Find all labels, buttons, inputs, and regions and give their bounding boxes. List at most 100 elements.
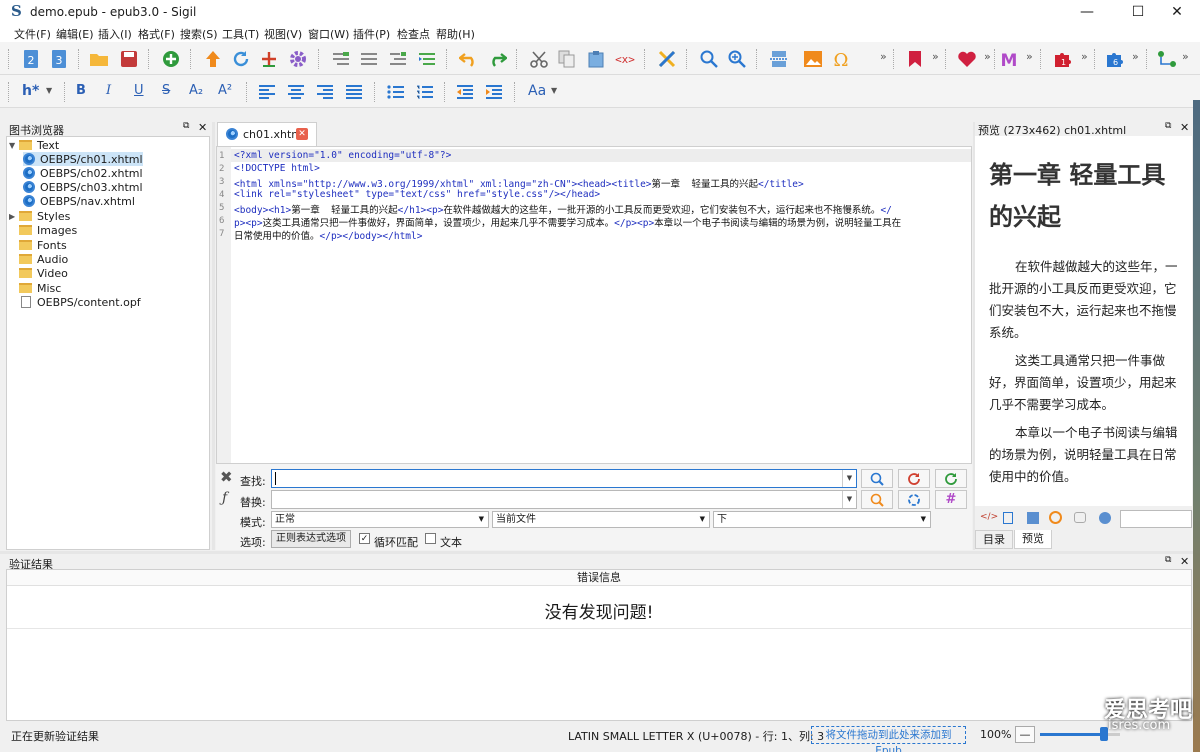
scope-select[interactable]: 当前文件 ▼ [492, 511, 710, 528]
outdent-icon[interactable] [454, 81, 476, 103]
regex-options-button[interactable]: 正则表达式选项 [271, 530, 351, 548]
tree-item-fonts[interactable]: Fonts [19, 238, 67, 252]
replace-input[interactable]: ▼ [271, 490, 857, 509]
tree-item-ch02[interactable]: OEBPS/ch02.xhtml [23, 166, 143, 180]
toc-generate-icon[interactable] [387, 48, 409, 70]
tree-item-nav[interactable]: OEBPS/nav.xhtml [23, 194, 135, 208]
menu-search[interactable]: 搜索(S) [180, 26, 218, 42]
heart-icon[interactable] [956, 48, 978, 70]
code-editor[interactable]: 1 2 3 4 5 6 7 <?xml version="1.0" encodi… [216, 146, 972, 464]
chevron-down-icon[interactable]: ▼ [46, 86, 52, 95]
menu-edit[interactable]: 编辑(E) [56, 26, 94, 42]
chevron-down-icon[interactable]: ▼ [842, 470, 856, 487]
cut-icon[interactable] [528, 48, 550, 70]
find-button[interactable] [861, 469, 893, 488]
toolbar-overflow-icon[interactable]: » [1182, 50, 1189, 63]
toolbar-overflow-icon[interactable]: » [1132, 50, 1139, 63]
subscript-button[interactable]: A₂ [189, 83, 203, 98]
code-tag-icon[interactable]: <x> [614, 48, 636, 70]
add-file-icon[interactable] [160, 48, 182, 70]
tree-item-ch01[interactable]: OEBPS/ch01.xhtml [23, 152, 143, 166]
tree-item-text[interactable]: ▼ Text [9, 138, 59, 152]
move-up-icon[interactable] [202, 48, 224, 70]
undo-icon[interactable] [458, 48, 480, 70]
new-epub3-icon[interactable]: 3 [48, 48, 70, 70]
tree-item-audio[interactable]: Audio [19, 252, 68, 266]
plugin-6-puzzle-icon[interactable]: 6 [1104, 48, 1126, 70]
open-folder-icon[interactable] [88, 48, 110, 70]
paste-icon[interactable] [585, 48, 607, 70]
globe-icon[interactable] [1099, 512, 1111, 524]
insert-image-icon[interactable] [802, 48, 824, 70]
reload-icon[interactable] [1049, 511, 1062, 524]
float-panel-icon[interactable]: ⧉ [1165, 121, 1171, 131]
close-panel-icon[interactable]: ✕ [1180, 555, 1189, 568]
copy-icon[interactable] [556, 48, 578, 70]
drop-zone[interactable]: 将文件拖动到此处来添加到 Epub [811, 726, 966, 752]
collapsed-arrow-icon[interactable]: ▶ [9, 212, 19, 221]
menu-tools[interactable]: 工具(T) [222, 26, 259, 42]
toolbar-overflow-icon[interactable]: » [880, 50, 887, 63]
close-panel-icon[interactable]: ✕ [198, 121, 207, 134]
insert-special-char-icon[interactable]: Ω [830, 48, 852, 70]
tree-item-misc[interactable]: Misc [19, 281, 61, 295]
text-only-checkbox[interactable] [425, 533, 436, 544]
restart-button[interactable] [898, 490, 930, 509]
replace-all-button[interactable] [935, 469, 967, 488]
toc-add-icon[interactable] [330, 48, 352, 70]
chevron-down-icon[interactable]: ▼ [551, 86, 557, 95]
numbered-list-icon[interactable] [414, 81, 436, 103]
code-view-icon[interactable]: </> [980, 512, 998, 522]
close-window-button[interactable]: ✕ [1154, 0, 1200, 24]
menu-insert[interactable]: 插入(I) [98, 26, 132, 42]
metadata-m-icon[interactable]: M [998, 48, 1020, 70]
regex-hash-button[interactable]: # [935, 490, 967, 509]
refresh-icon[interactable] [230, 48, 252, 70]
vertical-splitter[interactable] [973, 122, 975, 550]
superscript-button[interactable]: A² [218, 83, 232, 98]
tree-item-styles[interactable]: ▶ Styles [9, 209, 70, 223]
search-icon[interactable] [698, 48, 720, 70]
plugin-tree-icon[interactable] [1156, 48, 1178, 70]
validate-x-icon[interactable] [656, 48, 678, 70]
close-find-icon[interactable]: ✖ [220, 468, 233, 486]
save-icon[interactable] [118, 48, 140, 70]
menu-view[interactable]: 视图(V) [264, 26, 302, 42]
tab-preview[interactable]: 预览 [1014, 530, 1052, 549]
bold-button[interactable]: B [76, 83, 86, 98]
chevron-down-icon[interactable]: ▼ [842, 491, 856, 508]
toolbar-overflow-icon[interactable]: » [984, 50, 991, 63]
menu-help[interactable]: 帮助(H) [436, 26, 475, 42]
new-epub2-icon[interactable]: 2 [20, 48, 42, 70]
tab-toc[interactable]: 目录 [975, 530, 1013, 549]
toolbar-overflow-icon[interactable]: » [932, 50, 939, 63]
toc-edit-icon[interactable] [358, 48, 380, 70]
preview-search-input[interactable] [1120, 510, 1192, 528]
align-right-icon[interactable] [314, 81, 336, 103]
heading-dropdown[interactable]: h* [22, 83, 39, 99]
align-justify-icon[interactable] [343, 81, 365, 103]
menu-checkpoints[interactable]: 检查点 [397, 26, 430, 42]
close-tab-icon[interactable]: ✕ [296, 128, 308, 140]
tree-item-ch03[interactable]: OEBPS/ch03.xhtml [23, 180, 143, 194]
toolbar-overflow-icon[interactable]: » [1026, 50, 1033, 63]
menu-format[interactable]: 格式(F) [138, 26, 175, 42]
count-button[interactable] [861, 490, 893, 509]
mode-select[interactable]: 正常 ▼ [271, 511, 489, 528]
zoom-slider-thumb[interactable] [1100, 727, 1108, 741]
tree-item-images[interactable]: Images [19, 223, 77, 237]
indent-icon[interactable] [483, 81, 505, 103]
settings-gear-icon[interactable] [287, 48, 309, 70]
menu-window[interactable]: 窗口(W) [308, 26, 349, 42]
split-chapter-icon[interactable] [768, 48, 790, 70]
vertical-splitter[interactable] [212, 122, 215, 550]
search-plus-icon[interactable] [726, 48, 748, 70]
inspect-icon[interactable] [1074, 512, 1086, 523]
add-split-icon[interactable] [258, 48, 280, 70]
float-panel-icon[interactable]: ⧉ [183, 121, 189, 131]
toolbar-grip[interactable] [8, 49, 10, 69]
direction-select[interactable]: 下 ▼ [713, 511, 931, 528]
tree-item-content-opf[interactable]: OEBPS/content.opf [21, 295, 141, 309]
underline-button[interactable]: U [134, 83, 144, 98]
toolbar-overflow-icon[interactable]: » [1081, 50, 1088, 63]
